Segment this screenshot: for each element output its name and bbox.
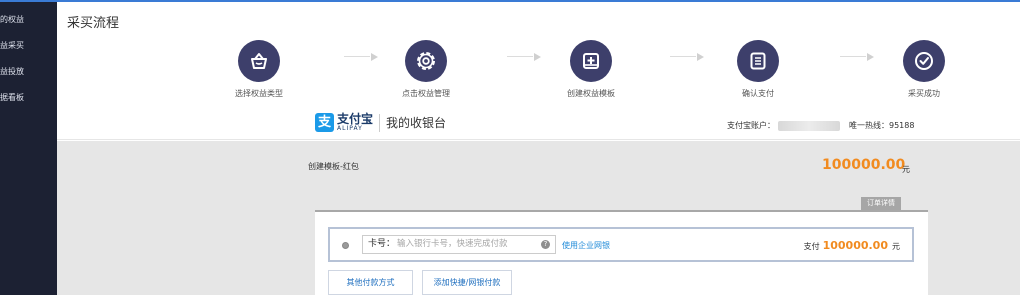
pay-currency: 元 xyxy=(892,242,900,251)
pay-amount-value: 100000.00 xyxy=(822,239,888,252)
document-list-icon xyxy=(737,40,779,82)
top-accent-bar xyxy=(0,0,1020,2)
sidebar-item-rights-delivery[interactable]: 益投放 xyxy=(0,62,57,82)
step-label: 创建权益模板 xyxy=(567,89,615,98)
other-payment-methods-button[interactable]: 其他付款方式 xyxy=(328,270,413,295)
enterprise-ebank-link[interactable]: 使用企业网银 xyxy=(562,240,610,251)
alipay-account: 支付宝账户： xyxy=(727,120,840,131)
gear-icon xyxy=(405,40,447,82)
step-purchase-success: 采买成功 xyxy=(884,40,964,99)
step-arrow xyxy=(670,53,704,61)
step-create-template: 创建权益模板 xyxy=(551,40,631,99)
account-value-redacted xyxy=(778,120,840,131)
logo-divider xyxy=(379,113,381,132)
order-amount: 100000.00 xyxy=(822,157,906,173)
alipay-brand-en: ALIPAY xyxy=(337,125,363,132)
step-label: 确认支付 xyxy=(742,89,774,98)
add-quick-payment-button[interactable]: 添加快捷/网银付款 xyxy=(422,270,512,295)
basket-icon xyxy=(238,40,280,82)
cashier-title: 我的收银台 xyxy=(386,116,447,130)
card-placeholder: 输入银行卡号，快速完成付款 xyxy=(397,239,508,249)
order-title: 创建模板-红包 xyxy=(308,162,359,171)
alipay-brand: 支付宝 ALIPAY xyxy=(337,113,373,132)
card-label: 卡号： xyxy=(368,239,396,249)
sidebar-item-dashboard[interactable]: 据看板 xyxy=(0,88,57,108)
step-rights-management: 点击权益管理 xyxy=(386,40,466,99)
payment-radio[interactable] xyxy=(342,242,349,249)
card-number-input[interactable]: 卡号： 输入银行卡号，快速完成付款 ? xyxy=(362,235,556,254)
step-confirm-payment: 确认支付 xyxy=(718,40,798,99)
alipay-logo-icon: 支 xyxy=(315,113,334,132)
order-currency: 元 xyxy=(902,165,910,174)
step-label: 点击权益管理 xyxy=(402,89,450,98)
sidebar-item-label: 据看板 xyxy=(0,93,24,102)
alipay-brand-cn: 支付宝 xyxy=(337,112,374,126)
sidebar: 的权益 益采买 益投放 据看板 xyxy=(0,2,57,295)
step-arrow xyxy=(344,53,378,61)
account-label: 支付宝账户： xyxy=(727,121,775,130)
hotline: 唯一热线：95188 xyxy=(849,121,915,130)
step-arrow xyxy=(840,53,874,61)
pay-label: 支付 xyxy=(803,242,820,251)
sidebar-item-label: 的权益 xyxy=(0,15,24,24)
page-title: 采买流程 xyxy=(67,16,120,31)
order-detail-tab[interactable]: 订单详情 xyxy=(861,197,901,210)
bank-card-option[interactable]: 卡号： 输入银行卡号，快速完成付款 ? 使用企业网银 支付 100000.00 … xyxy=(328,227,914,262)
pay-amount: 支付 100000.00 元 xyxy=(804,239,900,252)
payment-panel: 卡号： 输入银行卡号，快速完成付款 ? 使用企业网银 支付 100000.00 … xyxy=(315,210,928,295)
step-arrow xyxy=(507,53,541,61)
add-template-icon xyxy=(570,40,612,82)
step-label: 采买成功 xyxy=(908,89,940,98)
sidebar-item-my-rights[interactable]: 的权益 xyxy=(0,10,57,30)
sidebar-item-label: 益投放 xyxy=(0,67,24,76)
help-icon[interactable]: ? xyxy=(541,240,550,249)
sidebar-item-rights-purchase[interactable]: 益采买 xyxy=(0,36,57,56)
alipay-logo: 支 支付宝 ALIPAY 我的收银台 xyxy=(315,113,446,132)
step-select-rights-type: 选择权益类型 xyxy=(219,40,299,99)
alipay-cashier-header: 支 支付宝 ALIPAY 我的收银台 支付宝账户： 唯一热线：95188 xyxy=(57,108,1020,140)
check-circle-icon xyxy=(903,40,945,82)
sidebar-item-label: 益采买 xyxy=(0,41,24,50)
step-label: 选择权益类型 xyxy=(235,89,283,98)
